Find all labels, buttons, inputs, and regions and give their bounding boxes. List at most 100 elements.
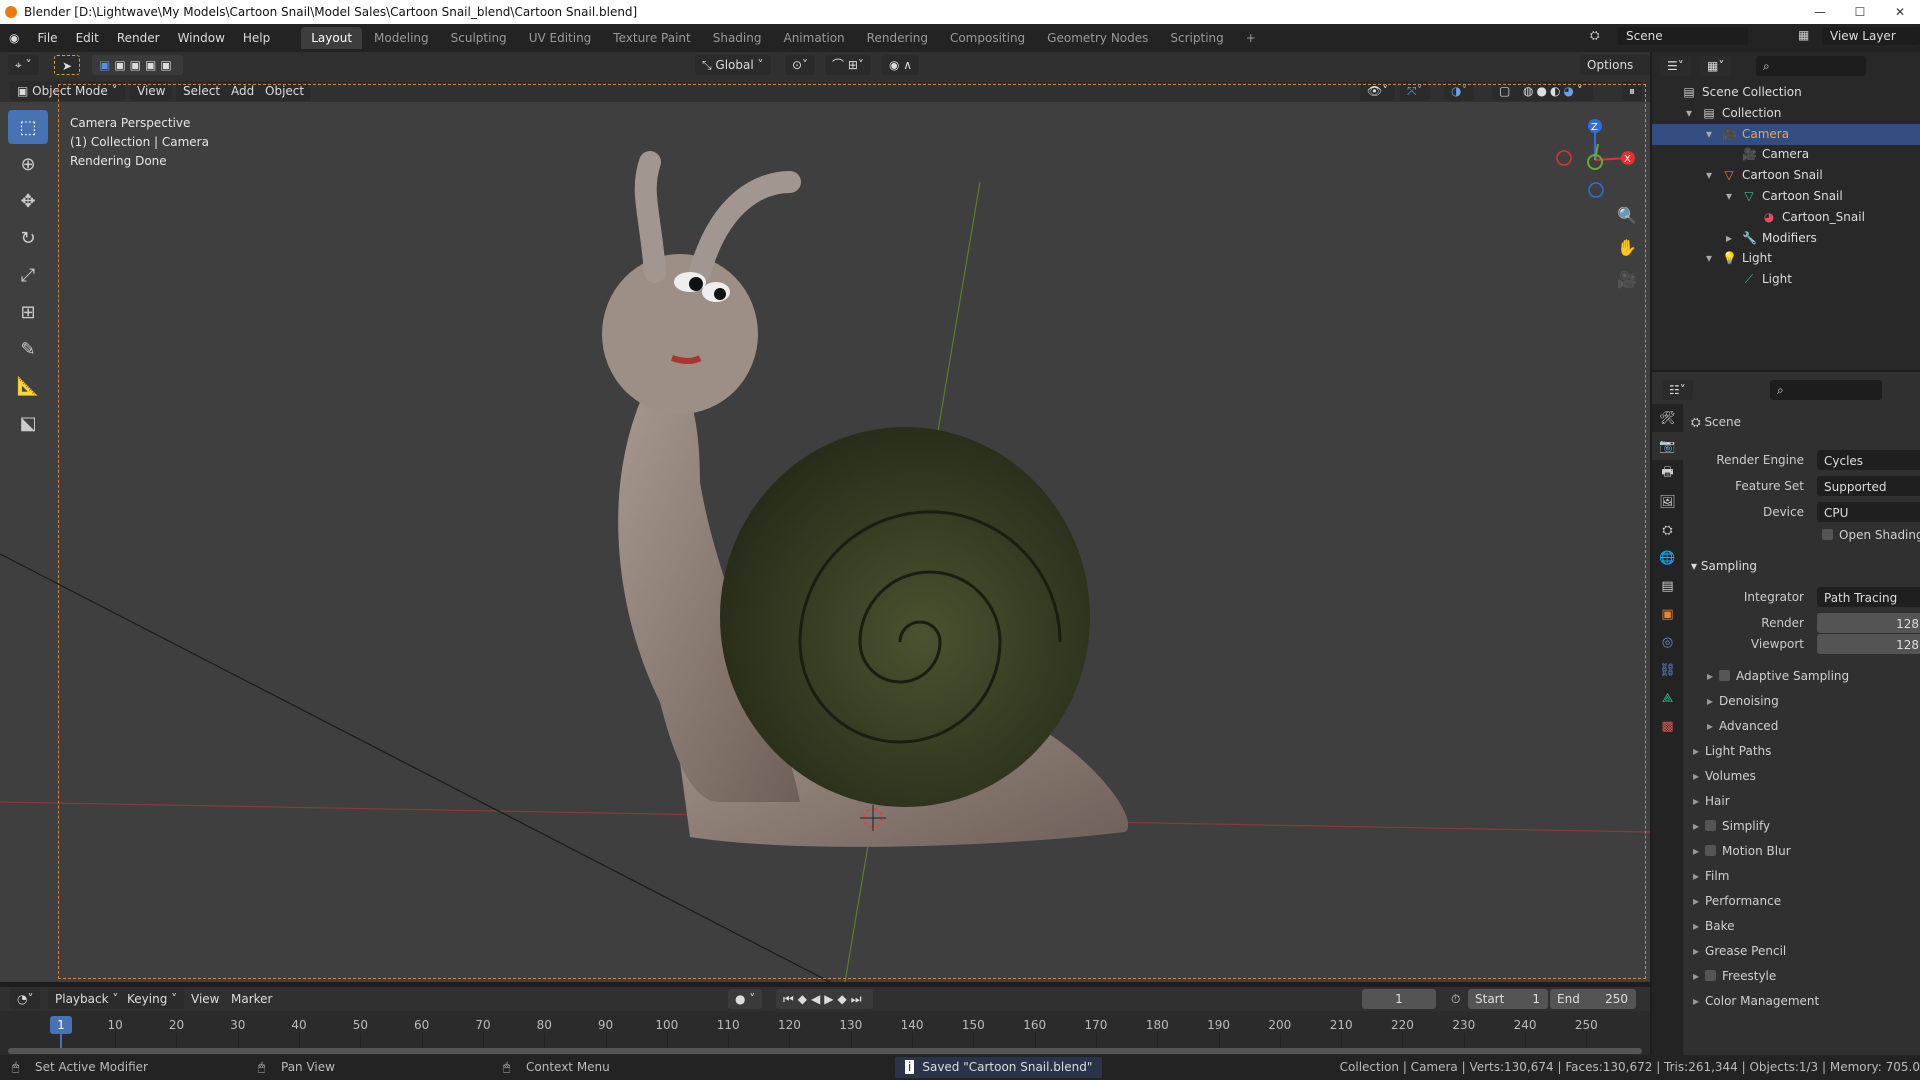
panel-header[interactable]: ▸ Motion Blur bbox=[1683, 840, 1920, 862]
panel-header[interactable]: ▸ Film bbox=[1683, 865, 1920, 887]
timeline-view-menu[interactable]: View bbox=[184, 989, 226, 1009]
panel-header[interactable]: ▸ Bake bbox=[1683, 915, 1920, 937]
viewport-samples-field[interactable]: 128 bbox=[1817, 634, 1920, 654]
select-tool-icon[interactable]: ➤ bbox=[54, 55, 81, 75]
panel-header[interactable]: ▸ Light Paths bbox=[1683, 740, 1920, 762]
menu-select[interactable]: Select bbox=[176, 81, 228, 101]
feature-set-dropdown[interactable]: Supported bbox=[1817, 476, 1920, 496]
tab-layout[interactable]: Layout bbox=[301, 27, 363, 49]
render-engine-dropdown[interactable]: Cycles bbox=[1817, 450, 1920, 470]
pivot-point-button[interactable]: ⊙˅ bbox=[785, 55, 816, 75]
gizmo-toggle-icon[interactable]: ⤧˅ bbox=[1400, 81, 1430, 101]
tab-sculpting[interactable]: Sculpting bbox=[441, 27, 517, 49]
annotate-tool-icon[interactable]: ✎ bbox=[8, 332, 48, 366]
editor-type-button[interactable]: ⌖ ˅ bbox=[8, 55, 39, 75]
panel-header[interactable]: ▸ Hair bbox=[1683, 790, 1920, 812]
sampling-subpanel-header[interactable]: ▸ Adaptive Sampling bbox=[1683, 665, 1920, 687]
outliner-filter-icon[interactable]: ▦˅ bbox=[1700, 56, 1732, 76]
transform-tool-icon[interactable]: ⊞ bbox=[8, 295, 48, 329]
use-preview-range-icon[interactable]: ⏱ bbox=[1444, 989, 1467, 1009]
output-tab-icon[interactable]: 🖶 bbox=[1652, 460, 1683, 488]
menu-object[interactable]: Object bbox=[258, 81, 312, 101]
selection-mode-buttons[interactable]: ▣▣▣▣▣ bbox=[92, 55, 183, 75]
outliner-item[interactable]: ▾ ▤ Collection bbox=[1652, 103, 1920, 124]
visibility-icon[interactable]: 👁˅ bbox=[1360, 81, 1396, 101]
toggle-sidebar-icon[interactable]: ⏸ bbox=[1622, 81, 1643, 101]
sampling-subpanel-header[interactable]: ▸ Denoising bbox=[1683, 690, 1920, 712]
expand-arrow-icon[interactable]: ▾ bbox=[1702, 124, 1716, 145]
panel-header[interactable]: ▸ Performance bbox=[1683, 890, 1920, 912]
outliner-item[interactable]: ▾ ▽ Cartoon Snail bbox=[1652, 165, 1920, 186]
menu-add[interactable]: Add bbox=[224, 81, 262, 101]
outliner-item[interactable]: ⟋ Light bbox=[1652, 269, 1920, 290]
data-tab-icon[interactable]: ⟁ bbox=[1652, 684, 1683, 712]
add-cube-tool-icon[interactable]: ⬕ bbox=[8, 406, 48, 440]
tab-geometry-nodes[interactable]: Geometry Nodes bbox=[1037, 27, 1158, 49]
tool-tab-icon[interactable]: 🛠 bbox=[1652, 404, 1683, 432]
panel-checkbox[interactable] bbox=[1719, 670, 1731, 681]
close-window-button[interactable]: ✕ bbox=[1880, 0, 1920, 24]
expand-arrow-icon[interactable]: ▾ bbox=[1722, 186, 1736, 207]
tab-compositing[interactable]: Compositing bbox=[940, 27, 1035, 49]
sampling-panel-header[interactable]: ▾ Sampling bbox=[1683, 555, 1920, 577]
outliner-item[interactable]: ▾ 🎥 Camera bbox=[1652, 123, 1920, 145]
menu-edit[interactable]: Edit bbox=[67, 31, 108, 45]
panel-header[interactable]: ▸ Color Management bbox=[1683, 990, 1920, 1012]
outliner-display-mode-icon[interactable]: ☰˅ bbox=[1660, 56, 1691, 76]
start-frame-field[interactable]: Start 1 bbox=[1468, 989, 1548, 1009]
menu-help[interactable]: Help bbox=[234, 31, 279, 45]
measure-tool-icon[interactable]: 📐 bbox=[8, 369, 48, 403]
options-dropdown[interactable]: Options ˅ bbox=[1580, 55, 1650, 92]
overlay-toggle-icon[interactable]: ◑˅ bbox=[1444, 81, 1475, 101]
tab-scripting[interactable]: Scripting bbox=[1160, 27, 1233, 49]
render-samples-field[interactable]: 128 bbox=[1817, 613, 1920, 633]
3d-viewport[interactable] bbox=[0, 102, 1650, 982]
pan-view-icon[interactable]: ✋ bbox=[1614, 232, 1640, 264]
physics-tab-icon[interactable]: ◎ bbox=[1652, 628, 1683, 656]
integrator-dropdown[interactable]: Path Tracing bbox=[1817, 587, 1920, 607]
minimize-window-button[interactable]: — bbox=[1800, 0, 1840, 24]
navigation-gizmo[interactable]: Z X bbox=[1548, 112, 1638, 202]
expand-arrow-icon[interactable]: ▾ bbox=[1682, 103, 1696, 124]
constraints-tab-icon[interactable]: ⛓ bbox=[1652, 656, 1683, 684]
maximize-window-button[interactable]: ☐ bbox=[1840, 0, 1880, 24]
tab-animation[interactable]: Animation bbox=[773, 27, 854, 49]
snap-button[interactable]: ⌒ ⊞˅ bbox=[825, 55, 871, 75]
auto-keying-button[interactable]: ● ˅ bbox=[728, 989, 763, 1009]
end-frame-field[interactable]: End 250 bbox=[1550, 989, 1636, 1009]
playback-controls[interactable]: ⏮◆◀▶◆⏭ bbox=[776, 989, 873, 1009]
device-dropdown[interactable]: CPU bbox=[1817, 502, 1920, 522]
object-tab-icon[interactable]: ▣ bbox=[1652, 600, 1683, 628]
shading-mode-buttons[interactable]: ◍●◐◕˅ bbox=[1516, 81, 1593, 101]
tab-rendering[interactable]: Rendering bbox=[857, 27, 938, 49]
panel-header[interactable]: ▸ Simplify bbox=[1683, 815, 1920, 837]
properties-editor-type-icon[interactable]: ☷˅ bbox=[1662, 380, 1693, 400]
camera-view-icon[interactable]: 🎥 bbox=[1614, 264, 1640, 296]
zoom-view-icon[interactable]: 🔍 bbox=[1614, 200, 1640, 232]
object-mode-dropdown[interactable]: ▣ Object Mode ˅ bbox=[10, 81, 125, 101]
sampling-subpanel-header[interactable]: ▸ Advanced bbox=[1683, 715, 1920, 737]
marker-menu[interactable]: Marker bbox=[224, 989, 279, 1009]
keying-menu[interactable]: Keying ˅ bbox=[120, 989, 185, 1009]
texture-tab-icon[interactable]: ▩ bbox=[1652, 712, 1683, 740]
transform-orientation-dropdown[interactable]: ⤡ Global ˅ bbox=[695, 55, 771, 75]
collection-tab-icon[interactable]: ▤ bbox=[1652, 572, 1683, 600]
panel-header[interactable]: ▸ Volumes bbox=[1683, 765, 1920, 787]
panel-checkbox[interactable] bbox=[1705, 845, 1717, 856]
render-tab-icon[interactable]: 📷 bbox=[1652, 432, 1683, 460]
scene-tab-icon[interactable]: ⛭ bbox=[1652, 516, 1683, 544]
open-shading-language-checkbox[interactable]: Open Shading La bbox=[1683, 524, 1920, 546]
outliner-item[interactable]: ▸ 🔧 Modifiers bbox=[1652, 228, 1920, 249]
scene-selector[interactable]: Scene bbox=[1618, 27, 1748, 45]
tab-shading[interactable]: Shading bbox=[703, 27, 772, 49]
world-tab-icon[interactable]: 🌐 bbox=[1652, 544, 1683, 572]
outliner-item[interactable]: ◕ Cartoon_Snail bbox=[1652, 207, 1920, 228]
playhead[interactable]: 1 bbox=[50, 1016, 72, 1034]
report-message[interactable]: i Saved "Cartoon Snail.blend" bbox=[895, 1057, 1103, 1078]
timeline-editor-type-icon[interactable]: ◔˅ bbox=[10, 989, 41, 1009]
proportional-editing-button[interactable]: ◉ ∧ bbox=[882, 55, 920, 75]
cursor-tool-icon[interactable]: ⊕ bbox=[8, 147, 48, 181]
menu-file[interactable]: File bbox=[28, 31, 66, 45]
menu-window[interactable]: Window bbox=[169, 31, 234, 45]
add-workspace-button[interactable]: + bbox=[1236, 27, 1266, 49]
